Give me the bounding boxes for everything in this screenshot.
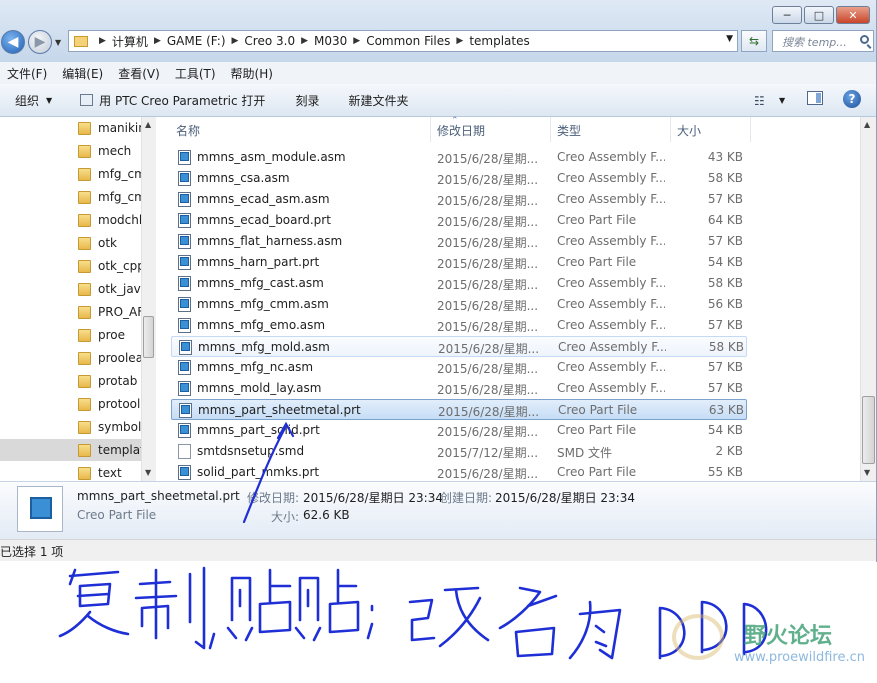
handwritten-note-area: 野火论坛 www.proewildfire.cn bbox=[0, 562, 877, 680]
watermark-logo-icon bbox=[672, 614, 724, 660]
watermark-url: www.proewildfire.cn bbox=[734, 650, 865, 665]
watermark-title: 野火论坛 bbox=[744, 624, 833, 649]
